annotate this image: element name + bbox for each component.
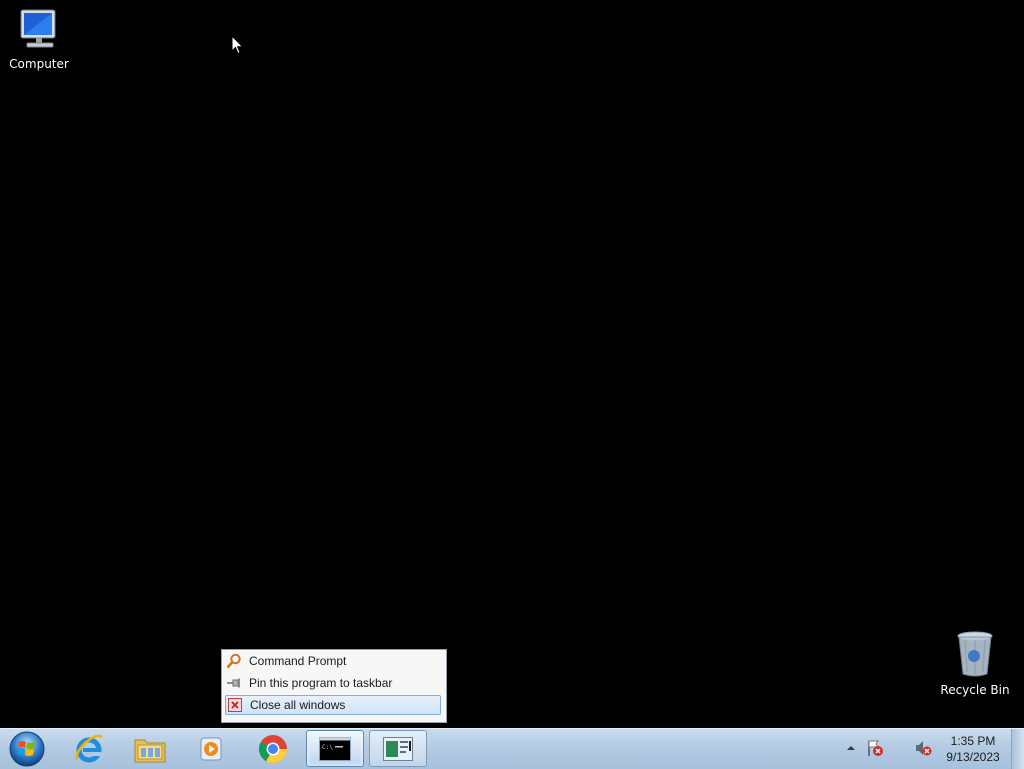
command-prompt-icon xyxy=(226,653,242,669)
command-prompt-icon: C:\ xyxy=(319,736,351,761)
clock-time: 1:35 PM xyxy=(950,734,996,748)
jumplist-item-pin[interactable]: Pin this program to taskbar xyxy=(225,673,441,693)
jumplist-item-label: Command Prompt xyxy=(249,654,347,668)
tray-volume[interactable] xyxy=(914,739,932,757)
show-desktop-button[interactable] xyxy=(1011,729,1024,769)
file-explorer-icon xyxy=(134,739,166,762)
show-hidden-icons-button[interactable] xyxy=(842,739,860,757)
start-orb-icon xyxy=(9,731,45,766)
show-hidden-icons-icon xyxy=(847,746,855,750)
svg-text:C:\: C:\ xyxy=(322,744,333,751)
tray-action-center[interactable] xyxy=(866,739,884,757)
action-center-icon xyxy=(868,740,883,756)
jumplist-item-label: Close all windows xyxy=(250,698,346,712)
volume-muted-icon xyxy=(916,741,932,756)
desktop-icon-computer[interactable]: Computer xyxy=(1,6,77,71)
taskbar-button-task-manager[interactable] xyxy=(369,730,427,767)
task-manager-icon xyxy=(383,736,413,761)
taskbar-button-command-prompt[interactable]: C:\ xyxy=(306,730,364,767)
mouse-cursor-icon xyxy=(231,35,244,55)
chrome-icon xyxy=(259,734,287,763)
pin-icon xyxy=(226,675,242,691)
taskbar-button-media-player[interactable] xyxy=(182,730,240,767)
internet-explorer-icon xyxy=(75,734,103,762)
taskbar-button-internet-explorer[interactable] xyxy=(60,730,118,767)
desktop-icon-label: Recycle Bin xyxy=(940,683,1010,697)
taskbar: C:\ 1:35 PM 9/13/2023 xyxy=(0,728,1024,769)
taskbar-button-chrome[interactable] xyxy=(244,730,302,767)
desktop-icon-recycle-bin[interactable]: Recycle Bin xyxy=(937,630,1013,697)
start-button[interactable] xyxy=(0,730,54,767)
jumplist-item-label: Pin this program to taskbar xyxy=(249,676,393,690)
recycle-bin-icon xyxy=(957,631,993,677)
jumplist-item-command-prompt[interactable]: Command Prompt xyxy=(225,651,441,671)
clock-date: 9/13/2023 xyxy=(946,750,1000,764)
desktop-icon-label: Computer xyxy=(9,57,69,71)
taskbar-button-file-explorer[interactable] xyxy=(121,730,179,767)
close-window-icon xyxy=(227,697,243,713)
taskbar-jumplist: Command Prompt Pin this program to taskb… xyxy=(221,649,447,723)
media-player-icon xyxy=(200,737,222,760)
jumplist-item-close-all-windows[interactable]: Close all windows xyxy=(225,695,441,715)
taskbar-clock[interactable]: 1:35 PM 9/13/2023 xyxy=(938,733,1008,765)
computer-icon xyxy=(20,9,56,48)
